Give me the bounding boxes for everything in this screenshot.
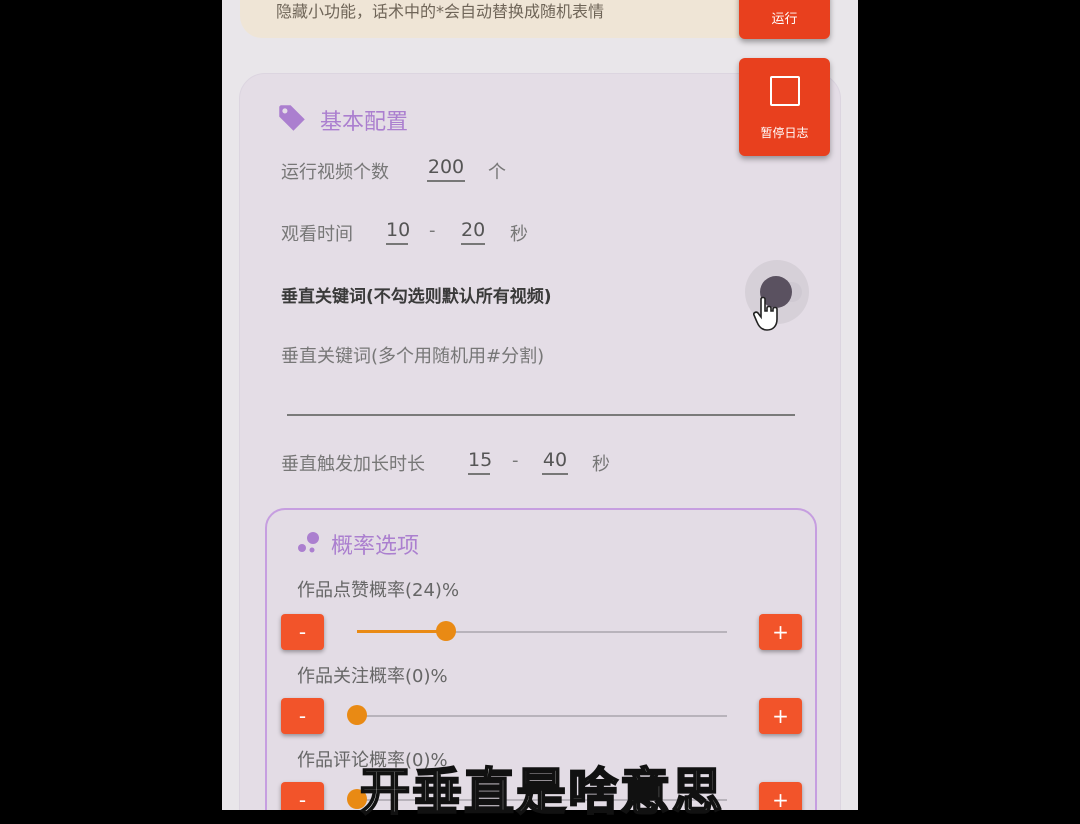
like-slider-fill	[357, 630, 446, 633]
watch-max-input[interactable]: 20	[461, 219, 485, 245]
extend-max-input[interactable]: 40	[542, 449, 568, 475]
basic-config-title: 基本配置	[320, 110, 409, 135]
comment-plus-button[interactable]: +	[759, 782, 802, 810]
keywords-input-placeholder: 垂直关键词(多个用随机用#分割)	[281, 346, 545, 367]
extend-separator: -	[512, 450, 519, 471]
follow-slider-thumb[interactable]	[347, 705, 367, 725]
comment-minus-button[interactable]: -	[281, 782, 324, 810]
basic-config-card: 基本配置 运行视频个数 200 个 观看时间 10 - 20 秒 垂直关键词(不…	[239, 73, 841, 810]
extend-unit: 秒	[592, 454, 610, 475]
watch-unit: 秒	[510, 224, 528, 245]
extend-min-input[interactable]: 15	[468, 449, 492, 475]
run-button-label: 运行	[771, 12, 798, 27]
vertical-toggle-label: 垂直关键词(不勾选则默认所有视频)	[281, 287, 552, 307]
video-count-input[interactable]: 200	[427, 156, 465, 182]
phone-screen: 隐藏小功能，话术中的*会自动替换成随机表情 基本配置 运行视频个数 200 个 …	[222, 0, 858, 810]
like-probability-label: 作品点赞概率(24)%	[297, 580, 460, 601]
keywords-input[interactable]	[287, 414, 795, 416]
follow-minus-button[interactable]: -	[281, 698, 324, 734]
follow-probability-label: 作品关注概率(0)%	[297, 666, 448, 687]
follow-slider-track[interactable]	[357, 715, 727, 717]
pause-log-label: 暂停日志	[760, 126, 809, 140]
tip-banner: 隐藏小功能，话术中的*会自动替换成随机表情	[240, 0, 760, 38]
watch-time-label: 观看时间	[281, 224, 353, 245]
pause-log-button[interactable]: 暂停日志	[739, 58, 830, 156]
hand-cursor-icon	[753, 296, 778, 331]
probability-title: 概率选项	[331, 534, 420, 559]
video-subtitle: 开垂直是啥意思	[359, 762, 724, 822]
like-minus-button[interactable]: -	[281, 614, 324, 650]
like-plus-button[interactable]: +	[759, 614, 802, 650]
like-slider-thumb[interactable]	[435, 621, 456, 641]
tag-icon	[279, 105, 305, 131]
dots-icon	[298, 532, 319, 553]
run-button[interactable]: 运行	[739, 0, 830, 39]
video-count-unit: 个	[488, 162, 506, 183]
watch-separator: -	[429, 220, 436, 241]
follow-plus-button[interactable]: +	[759, 698, 802, 734]
watch-min-input[interactable]: 10	[386, 219, 410, 245]
extend-label: 垂直触发加长时长	[281, 454, 425, 475]
stop-square-icon	[770, 76, 800, 106]
tip-text: 隐藏小功能，话术中的*会自动替换成随机表情	[276, 2, 605, 21]
video-count-label: 运行视频个数	[281, 162, 389, 183]
